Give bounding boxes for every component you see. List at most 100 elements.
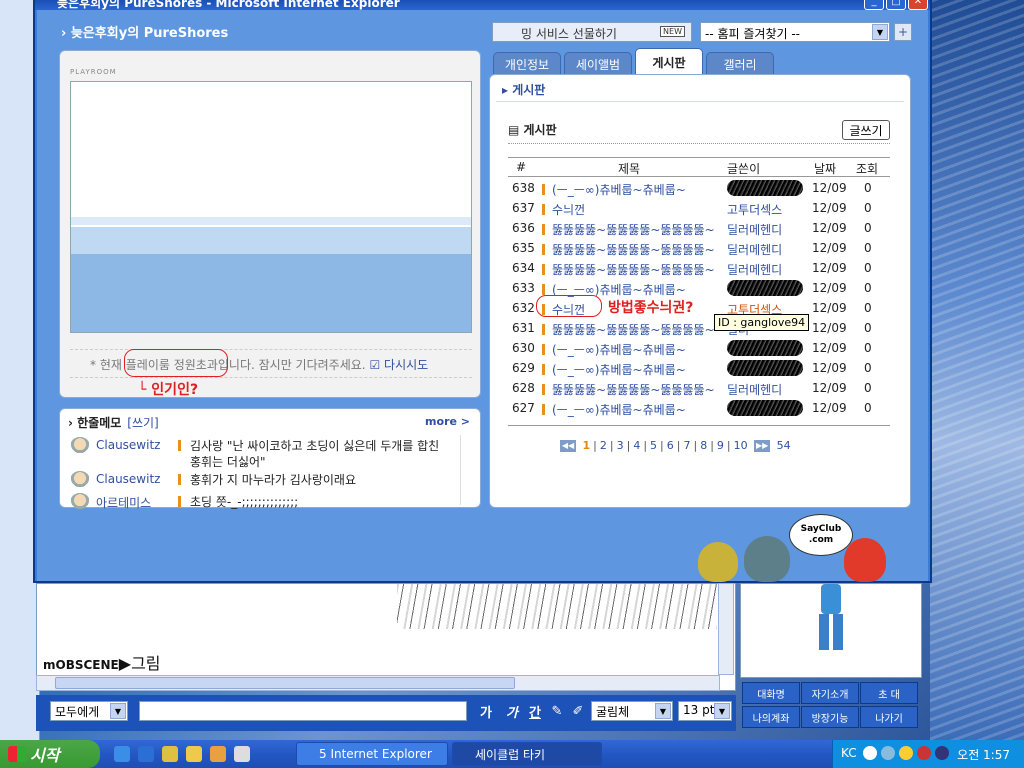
taskbar-item-sayclub[interactable]: 세이클럽 타키 — [452, 742, 602, 766]
table-row[interactable]: 635 뚫뚫뚫뚫~뚫뚫뚫뚫~뚫뚫뚫뚫~ 딜러메헨디 12/09 0 — [508, 239, 890, 259]
recipient-select[interactable]: 모두에게 ▼ — [50, 701, 128, 721]
profile-button[interactable]: 자기소개 — [801, 682, 859, 704]
post-subject[interactable]: (ㅡ_ㅡ∞)츄베룹~츄베룹~ — [552, 181, 728, 198]
annotation-text: └ 인기인? — [138, 382, 199, 398]
page-link[interactable]: 1 — [580, 439, 594, 452]
post-author[interactable]: 딜러메헨디 — [727, 261, 782, 278]
page-link[interactable]: 6 — [664, 439, 677, 452]
table-row[interactable]: 629 (ㅡ_ㅡ∞)츄베룹~츄베룹~ 12/09 0 — [508, 359, 890, 379]
close-button[interactable]: ✕ — [908, 0, 928, 10]
tab-album[interactable]: 세이앨범 — [564, 52, 632, 76]
memo-more-link[interactable]: more > — [425, 415, 470, 428]
last-page-link[interactable]: 54 — [774, 439, 794, 452]
post-subject[interactable]: 뚫뚫뚫뚫~뚫뚫뚫뚫~뚫뚫뚫뚫~ — [552, 261, 728, 278]
maximize-button[interactable]: □ — [886, 0, 906, 10]
memo-nick[interactable]: Clausewitz — [96, 472, 160, 486]
desktop-icon[interactable] — [114, 746, 130, 762]
italic-button[interactable]: 가 — [502, 701, 522, 721]
minimize-button[interactable]: _ — [864, 0, 884, 10]
site-title: › 늦은후회y의 PureShores — [61, 26, 229, 41]
page-link[interactable]: 5 — [647, 439, 660, 452]
pencil-icon[interactable]: ✎ — [547, 701, 567, 721]
page-link[interactable]: 8 — [697, 439, 710, 452]
retry-link[interactable]: ☑ 다시시도 — [369, 358, 428, 372]
post-subject[interactable]: 뚫뚫뚫뚫~뚫뚫뚫뚫~뚫뚫뚫뚫~ — [552, 221, 728, 238]
my-account-button[interactable]: 나의계좌 — [742, 706, 800, 728]
underline-button[interactable]: 간 — [525, 701, 545, 721]
scroll-thumb[interactable] — [55, 677, 515, 689]
tray-icon — [899, 746, 913, 760]
taskbar-item-ie[interactable]: 5 Internet Explorer — [296, 742, 448, 766]
app-icon[interactable] — [234, 746, 250, 762]
bold-button[interactable]: 가 — [476, 701, 496, 721]
post-number: 629 — [512, 361, 535, 375]
post-author[interactable] — [727, 360, 803, 376]
clock: 오전 1:57 — [957, 748, 1010, 762]
page-link[interactable]: 9 — [714, 439, 727, 452]
chat-horizontal-scrollbar[interactable] — [36, 675, 720, 691]
post-marker — [542, 324, 545, 335]
ie-icon[interactable] — [138, 746, 154, 762]
post-author[interactable] — [727, 340, 803, 356]
post-author[interactable]: 고투더섹스 — [727, 201, 782, 218]
memo-scrollbar[interactable] — [460, 435, 472, 505]
post-author[interactable] — [727, 180, 803, 196]
start-button[interactable]: 시작 — [0, 740, 100, 768]
table-row[interactable]: 634 뚫뚫뚫뚫~뚫뚫뚫뚫~뚫뚫뚫뚫~ 딜러메헨디 12/09 0 — [508, 259, 890, 279]
font-select[interactable]: 굴림체 ▼ — [591, 701, 673, 721]
page-link[interactable]: 3 — [614, 439, 627, 452]
write-post-button[interactable]: 글쓰기 — [842, 120, 890, 140]
post-author[interactable] — [727, 400, 803, 416]
table-row[interactable]: 628 뚫뚫뚫뚫~뚫뚫뚫뚫~뚫뚫뚫뚫~ 딜러메헨디 12/09 0 — [508, 379, 890, 399]
table-row[interactable]: 631뚫뚫뚫뚫~뚫뚫뚫뚫~뚫뚫뚫뚫~딜러12/090 — [508, 319, 890, 339]
tray-icon — [863, 746, 877, 760]
tab-board[interactable]: 게시판 — [635, 48, 703, 76]
brush-icon[interactable]: ✐ — [568, 701, 588, 721]
font-size-select[interactable]: 13 pt ▼ — [678, 701, 732, 721]
host-functions-button[interactable]: 방장기능 — [801, 706, 859, 728]
exit-button[interactable]: 나가기 — [860, 706, 918, 728]
prev-page-icon[interactable]: ◀◀ — [560, 440, 576, 452]
folder-icon[interactable] — [186, 746, 202, 762]
post-number: 637 — [512, 201, 535, 215]
table-row[interactable]: 636 뚫뚫뚫뚫~뚫뚫뚫뚫~뚫뚫뚫뚫~ 딜러메헨디 12/09 0 — [508, 219, 890, 239]
add-favorite-button[interactable]: + — [894, 23, 912, 41]
post-author[interactable]: 딜러메헨디 — [727, 381, 782, 398]
post-subject[interactable]: 수늬껀 — [552, 201, 728, 218]
page-link[interactable]: 10 — [731, 439, 751, 452]
table-row[interactable]: 627 (ㅡ_ㅡ∞)츄베룹~츄베룹~ 12/09 0 — [508, 399, 890, 419]
memo-nick[interactable]: Clausewitz — [96, 438, 160, 452]
post-subject[interactable]: 뚫뚫뚫뚫~뚫뚫뚫뚫~뚫뚫뚫뚫~ — [552, 321, 728, 338]
post-subject[interactable]: (ㅡ_ㅡ∞)츄베룹~츄베룹~ — [552, 361, 728, 378]
tab-gallery[interactable]: 갤러리 — [706, 52, 774, 76]
tab-profile[interactable]: 개인정보 — [493, 52, 561, 76]
sayclub-icon[interactable] — [210, 746, 226, 762]
memo-nick[interactable]: 아르테미스 — [96, 494, 151, 509]
page-link[interactable]: 7 — [680, 439, 693, 452]
gift-service-button[interactable]: 밍 서비스 선물하기 NEW — [492, 22, 692, 42]
post-subject[interactable]: (ㅡ_ㅡ∞)츄베룹~츄베룹~ — [552, 401, 728, 418]
page-link[interactable]: 2 — [597, 439, 610, 452]
chat-vertical-scrollbar[interactable] — [718, 583, 734, 675]
tray-icon — [935, 746, 949, 760]
post-author[interactable] — [727, 280, 803, 296]
language-indicator[interactable]: KC — [841, 746, 857, 760]
post-subject[interactable]: 뚫뚫뚫뚫~뚫뚫뚫뚫~뚫뚫뚫뚫~ — [552, 381, 728, 398]
post-subject[interactable]: (ㅡ_ㅡ∞)츄베룹~츄베룹~ — [552, 341, 728, 358]
table-row[interactable]: 637 수늬껀 고투더섹스 12/09 0 — [508, 199, 890, 219]
table-row[interactable]: 638 (ㅡ_ㅡ∞)츄베룹~츄베룹~ 12/09 0 — [508, 179, 890, 199]
chat-input[interactable] — [139, 701, 467, 721]
table-row[interactable]: 630 (ㅡ_ㅡ∞)츄베룹~츄베룹~ 12/09 0 — [508, 339, 890, 359]
next-page-icon[interactable]: ▶▶ — [754, 440, 771, 452]
page-link[interactable]: 4 — [630, 439, 643, 452]
favorites-select[interactable]: -- 홈피 즐겨찾기 -- ▼ — [700, 22, 890, 42]
post-author[interactable]: 딜러메헨디 — [727, 241, 782, 258]
memo-write-link[interactable]: [쓰기] — [127, 416, 158, 430]
post-date: 12/09 — [812, 241, 847, 255]
nickname-button[interactable]: 대화명 — [742, 682, 800, 704]
post-views: 0 — [864, 241, 872, 255]
app-icon[interactable] — [162, 746, 178, 762]
invite-button[interactable]: 초 대 — [860, 682, 918, 704]
post-subject[interactable]: 뚫뚫뚫뚫~뚫뚫뚫뚫~뚫뚫뚫뚫~ — [552, 241, 728, 258]
post-author[interactable]: 딜러메헨디 — [727, 221, 782, 238]
